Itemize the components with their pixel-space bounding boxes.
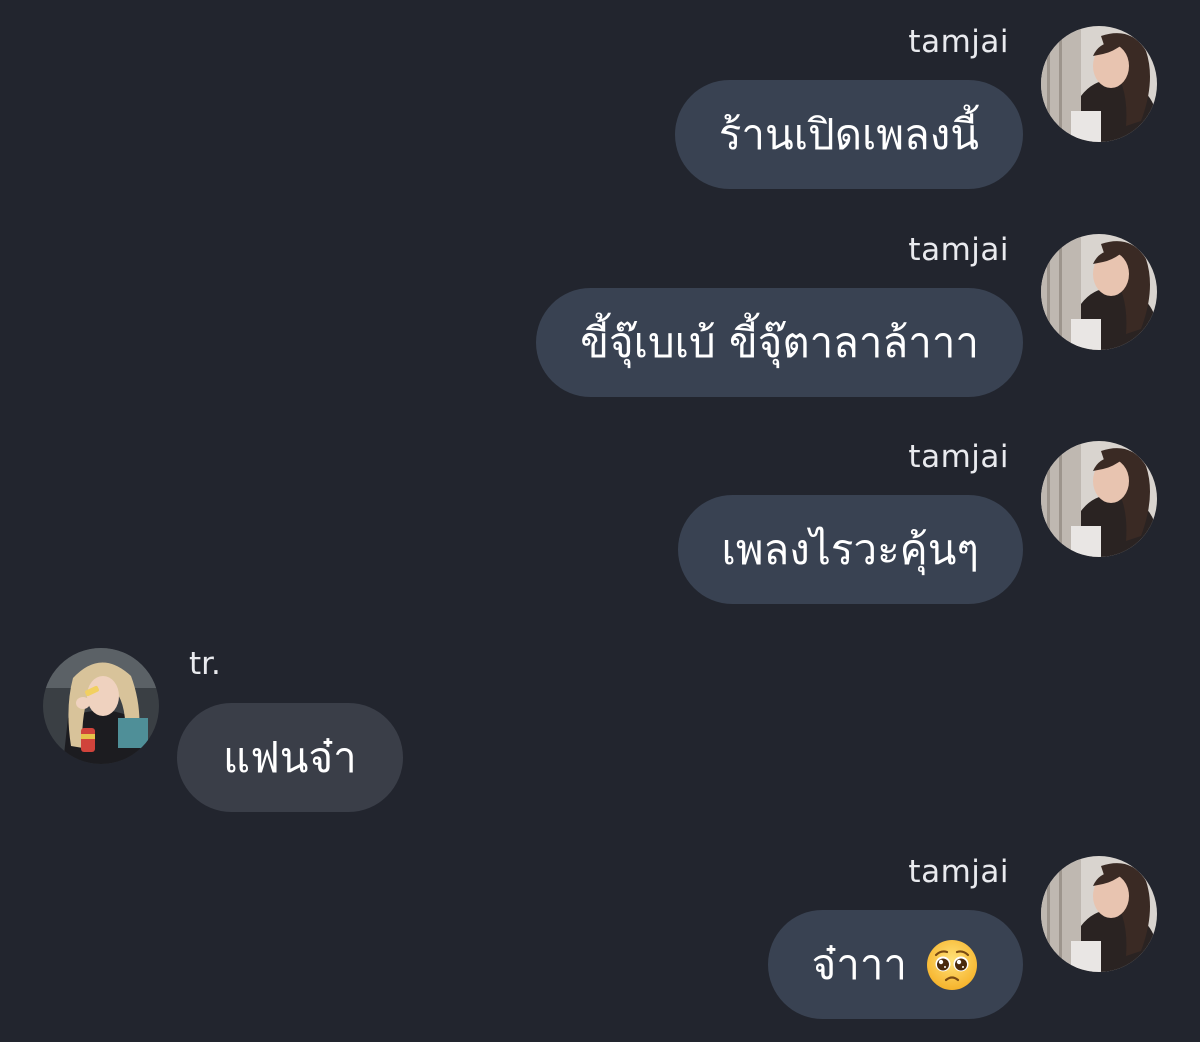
message-bubble[interactable]: แฟนจ๋า [177, 703, 403, 812]
sender-name: tamjai [908, 232, 1009, 268]
message-row: tamjai จ๋าาา [0, 830, 1200, 1030]
avatar[interactable] [1041, 234, 1157, 350]
sender-name: tamjai [908, 439, 1009, 475]
message-bubble[interactable]: ขี้จุ๊เบเบ้ ขี้จุ๊ตาลาล้าาา [536, 288, 1023, 397]
avatar[interactable] [43, 648, 159, 764]
message-bubble[interactable]: จ๋าาา [767, 910, 1023, 1019]
message-text: จ๋าาา [811, 939, 907, 989]
message-text: เพลงไรวะคุ้นๆ [721, 524, 979, 574]
message-row: tamjai ขี้จุ๊เบเบ้ ขี้จุ๊ตาลาล้าาา [0, 208, 1200, 408]
sender-name: tamjai [908, 24, 1009, 60]
sender-name: tamjai [908, 854, 1009, 890]
message-bubble[interactable]: ร้านเปิดเพลงนี้ [674, 80, 1023, 189]
message-bubble[interactable]: เพลงไรวะคุ้นๆ [677, 495, 1023, 604]
chat-thread: tamjai ร้านเปิดเพลงนี้ tamjai ขี้จุ๊เบเบ… [0, 0, 1200, 1042]
avatar[interactable] [1041, 26, 1157, 142]
message-text: แฟนจ๋า [223, 732, 357, 782]
avatar[interactable] [1041, 856, 1157, 972]
avatar[interactable] [1041, 441, 1157, 557]
pleading-face-icon [925, 938, 979, 992]
message-text: ร้านเปิดเพลงนี้ [718, 109, 979, 159]
message-row: tamjai ร้านเปิดเพลงนี้ [0, 0, 1200, 200]
message-text: ขี้จุ๊เบเบ้ ขี้จุ๊ตาลาล้าาา [580, 317, 979, 367]
message-row: tamjai เพลงไรวะคุ้นๆ [0, 415, 1200, 615]
sender-name: tr. [189, 646, 221, 682]
